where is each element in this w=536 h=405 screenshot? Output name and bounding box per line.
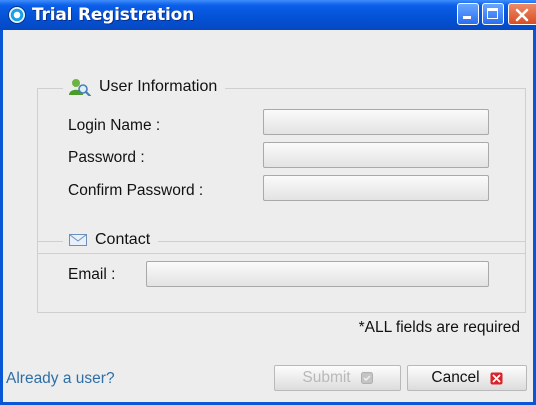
password-label: Password : — [68, 149, 145, 166]
already-a-user-link[interactable]: Already a user? — [6, 370, 115, 388]
contact-title: Contact — [95, 231, 151, 248]
dialog-body: User Information Login Name : Password :… — [3, 30, 533, 402]
registration-window: Trial Registration User Information Logi… — [0, 0, 536, 405]
required-fields-note: *ALL fields are required — [358, 319, 520, 336]
submit-label: Submit — [302, 369, 351, 386]
maximize-button[interactable] — [482, 3, 504, 25]
cancel-button[interactable]: Cancel — [407, 365, 527, 391]
envelope-icon — [69, 233, 87, 247]
cancel-label: Cancel — [431, 369, 480, 386]
confirm-password-field[interactable] — [263, 175, 489, 201]
submit-button[interactable]: Submit — [274, 365, 401, 391]
user-search-icon — [69, 78, 91, 96]
contact-legend: Contact — [63, 231, 159, 249]
app-logo-icon — [9, 7, 25, 23]
confirm-password-label: Confirm Password : — [68, 182, 204, 199]
minimize-button[interactable] — [457, 3, 479, 25]
close-icon — [490, 372, 503, 384]
login-name-field[interactable] — [263, 109, 489, 135]
password-field[interactable] — [263, 142, 489, 168]
close-icon — [515, 8, 529, 22]
submit-icon — [360, 372, 373, 384]
email-field[interactable] — [146, 261, 489, 287]
close-window-button[interactable] — [508, 3, 536, 25]
title-bar[interactable]: Trial Registration — [0, 0, 536, 30]
email-label: Email : — [68, 266, 116, 283]
user-information-title: User Information — [99, 78, 218, 95]
login-name-label: Login Name : — [68, 117, 161, 134]
user-information-legend: User Information — [63, 78, 226, 96]
window-title: Trial Registration — [32, 5, 195, 25]
